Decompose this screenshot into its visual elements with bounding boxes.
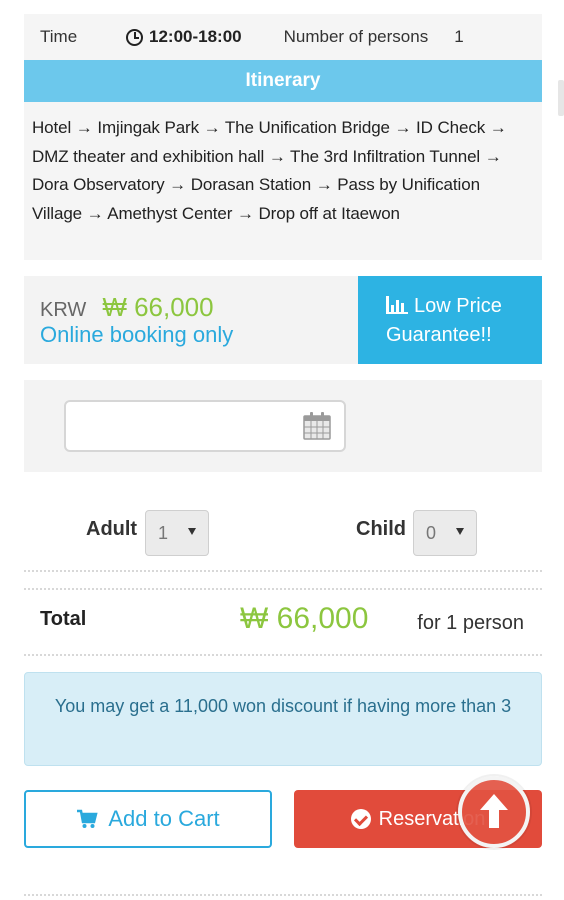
guarantee-line1: Low Price (414, 295, 502, 317)
calendar-icon[interactable] (302, 411, 332, 441)
persons-label: Number of persons (283, 27, 429, 46)
cart-icon (77, 809, 98, 828)
scroll-to-top-button[interactable] (458, 776, 530, 848)
time-value: 12:00-18:00 (126, 27, 242, 47)
clock-icon (126, 28, 143, 46)
total-label: Total (40, 608, 87, 630)
adult-select-value: 1 (158, 522, 169, 543)
currency-label: KRW (40, 299, 87, 321)
price-amount: ₩ 66,000 (102, 292, 214, 322)
itinerary-text: Hotel → Imjingak Park → The Unification … (24, 102, 542, 260)
quantity-row: Adult 1 Child 0 (24, 488, 542, 570)
itinerary-header: Itinerary (24, 60, 542, 102)
low-price-guarantee-button[interactable]: Low Price Guarantee!! (358, 276, 542, 364)
adult-select[interactable]: 1 (145, 510, 209, 556)
check-circle-icon (350, 809, 371, 829)
child-select[interactable]: 0 (413, 510, 477, 556)
chevron-down-icon (456, 528, 464, 535)
time-label: Time (40, 27, 78, 46)
online-booking-note: Online booking only (40, 322, 234, 347)
add-to-cart-label: Add to Cart (108, 806, 220, 831)
price-box: KRW ₩ 66,000 Online booking only Low Pri… (24, 276, 542, 364)
arrow-up-icon (480, 794, 508, 828)
divider (24, 654, 542, 656)
price-line: KRW ₩ 66,000 (40, 292, 214, 323)
total-person-count: for 1 person (417, 612, 524, 634)
divider (24, 570, 542, 572)
tour-info-row: Time 12:00-18:00 Number of persons 1 (24, 14, 542, 60)
date-input[interactable] (64, 400, 346, 452)
chevron-down-icon (188, 528, 196, 535)
add-to-cart-button[interactable]: Add to Cart (24, 790, 272, 848)
child-label: Child (356, 518, 406, 540)
divider (24, 894, 542, 896)
bar-chart-icon (386, 296, 410, 314)
total-row: Total ₩ 66,000 for 1 person (24, 590, 542, 654)
scrollbar[interactable] (558, 80, 564, 116)
time-range: 12:00-18:00 (149, 27, 242, 46)
date-section (24, 380, 542, 472)
total-amount: ₩ 66,000 (240, 602, 369, 635)
persons-value: 1 (454, 27, 464, 46)
adult-label: Adult (86, 518, 138, 540)
discount-notice: You may get a 11,000 won discount if hav… (24, 672, 542, 766)
child-select-value: 0 (426, 522, 437, 543)
guarantee-line2: Guarantee!! (386, 324, 492, 346)
